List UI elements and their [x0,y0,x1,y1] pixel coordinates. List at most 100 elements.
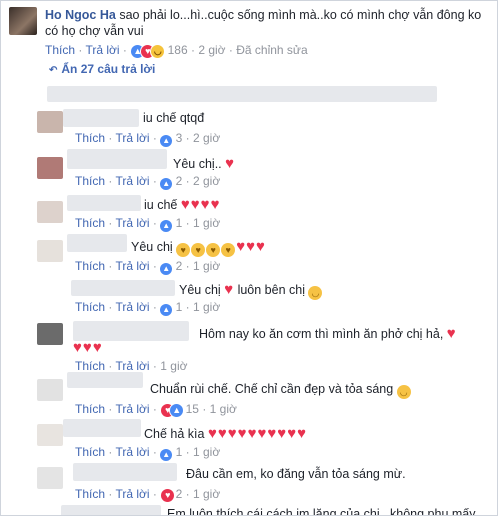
blurred-name [61,505,161,515]
reply-text: Yêu chị.. ♥ [173,155,236,172]
heart-icon: ♥♥♥ [236,238,266,255]
heart-icon: ♥ [225,155,236,172]
thumbs-up-icon: ▲ [169,402,185,418]
reply-text: Yêu chị ♥ ♥ ♥ ♥ ♥♥♥ [131,238,266,257]
reply-link[interactable]: Trả lời [115,259,149,273]
blurred-name [73,463,177,481]
reply-actions: Thích · Trả lời · ▲ 1 · 1 giờ [75,216,221,232]
reply-time[interactable]: 1 giờ [193,487,220,501]
reply-text: iu chế qtqđ [143,111,205,125]
kiss-emoji-icon: ♥ [206,243,221,257]
blurred-region [47,86,437,102]
avatar[interactable] [37,240,63,262]
author-name[interactable]: Ho Ngoc Ha [45,8,116,22]
reaction-count: 186 [167,43,188,57]
heart-icon: ♥♥♥♥ [180,196,221,213]
heart-icon: ♥♥♥ [73,339,103,356]
like-link[interactable]: Thích [45,43,75,57]
avatar[interactable] [37,467,63,489]
like-link[interactable]: Thích [75,487,105,501]
reply-link[interactable]: Trả lời [115,402,149,416]
reply-actions: Thích · Trả lời · ▲ 2 · 2 giờ [75,174,221,190]
comment-time[interactable]: 2 giờ [198,43,225,57]
avatar[interactable] [37,424,63,446]
blurred-name [71,280,175,296]
hide-replies-link[interactable]: ↶ Ẩn 27 câu trả lời [49,62,155,76]
like-link[interactable]: Thích [75,359,105,373]
thumbs-up-icon: ▲ [160,135,173,147]
reaction-icons[interactable]: ♥ ▲ [160,402,185,418]
reply-time[interactable]: 1 giờ [193,216,220,230]
heart-icon: ♥ [224,281,235,298]
reply-time[interactable]: 2 giờ [193,174,220,188]
thumbs-up-icon: ▲ [160,220,173,232]
heart-icon: ♥ [160,487,176,503]
reply-text: iu chế ♥♥♥♥ [144,196,221,213]
avatar[interactable] [37,111,63,133]
reply-time[interactable]: 2 giờ [193,131,220,145]
reply-time[interactable]: 1 giờ [210,402,237,416]
kiss-emoji-icon: ♥ [191,243,206,257]
blurred-name [67,195,141,211]
kiss-emoji-icon: ♥ [176,243,191,257]
reply-link[interactable]: Trả lời [115,359,149,373]
reply-text: Chuẩn rùi chế. Chế chỉ cần đẹp và tỏa sá… [150,382,412,399]
reaction-icons[interactable]: ♥ [160,487,176,503]
like-link[interactable]: Thích [75,402,105,416]
blurred-name [63,109,139,127]
reply-time[interactable]: 1 giờ [193,259,220,273]
like-link[interactable]: Thích [75,300,105,314]
reply-link[interactable]: Trả lời [115,216,149,230]
blurred-name [63,419,141,437]
smile-icon: ◡ [308,286,323,300]
like-link[interactable]: Thích [75,174,105,188]
reply-link[interactable]: Trả lời [85,43,119,57]
reply-actions: Thích · Trả lời · ▲ 1 · 1 giờ [75,300,221,316]
kiss-emoji-icon: ♥ [221,243,236,257]
avatar[interactable] [37,323,63,345]
thumbs-up-icon: ▲ [160,263,173,275]
reply-text: Đâu cần em, ko đăng vẫn tỏa sáng mừ. [186,467,406,481]
reply-actions: Thích · Trả lời · ♥ ▲ 15 · 1 giờ [75,402,237,418]
avatar[interactable] [37,201,63,223]
blurred-name [67,234,127,252]
reply-actions: Thích · Trả lời · ▲ 1 · 1 giờ [75,445,221,461]
reply-text: Em luôn thích cái cách im lặng của chị..… [167,507,476,516]
like-link[interactable]: Thích [75,216,105,230]
comment-text-line2: có họ chợ vẫn vui [45,24,144,38]
reply-link[interactable]: Trả lời [115,174,149,188]
comment-actions: Thích · Trả lời · ▲ ♥ ◡ 186 · 2 giờ · Đã… [45,43,308,59]
arrow-icon: ↶ [49,65,58,76]
reply-link[interactable]: Trả lời [115,445,149,459]
avatar[interactable] [37,157,63,179]
reply-time[interactable]: 1 giờ [193,445,220,459]
reply-link[interactable]: Trả lời [115,487,149,501]
smile-icon: ◡ [396,385,411,399]
laugh-icon: ◡ [150,43,166,59]
reply-time[interactable]: 1 giờ [160,359,187,373]
like-link[interactable]: Thích [75,131,105,145]
reply-time[interactable]: 1 giờ [193,300,220,314]
like-link[interactable]: Thích [75,445,105,459]
reply-actions: Thích · Trả lời · ♥ 2 · 1 giờ [75,487,221,503]
thumbs-up-icon: ▲ [160,449,173,461]
avatar[interactable] [9,7,37,35]
avatar[interactable] [37,379,63,401]
blurred-name [73,321,189,341]
heart-icon: ♥ [446,325,457,342]
reply-actions: Thích · Trả lời · ▲ 2 · 1 giờ [75,259,221,275]
reply-text: Chế hả kìa ♥♥♥♥♥♥♥♥♥♥ [144,425,308,442]
edited-label[interactable]: Đã chỉnh sửa [236,43,307,57]
reaction-icons[interactable]: ▲ ♥ ◡ [130,43,166,59]
reply-text: Hôm nay ko ăn cơm thì mình ăn phở chị hả… [199,325,457,342]
reply-link[interactable]: Trả lời [115,131,149,145]
reply-actions: Thích · Trả lời · 1 giờ [75,359,188,373]
like-link[interactable]: Thích [75,259,105,273]
blurred-name [67,149,167,169]
reply-actions: Thích · Trả lời · ▲ 3 · 2 giờ [75,131,221,147]
reply-link[interactable]: Trả lời [115,300,149,314]
blurred-name [67,372,143,388]
heart-icon: ♥♥♥♥♥♥♥♥♥♥ [207,425,308,442]
comment-thread: Ho Ngoc Ha sao phải lo...hì..cuộc sống m… [0,0,498,516]
comment-text: sao phải lo...hì..cuộc sống mình mà..ko … [119,8,482,22]
